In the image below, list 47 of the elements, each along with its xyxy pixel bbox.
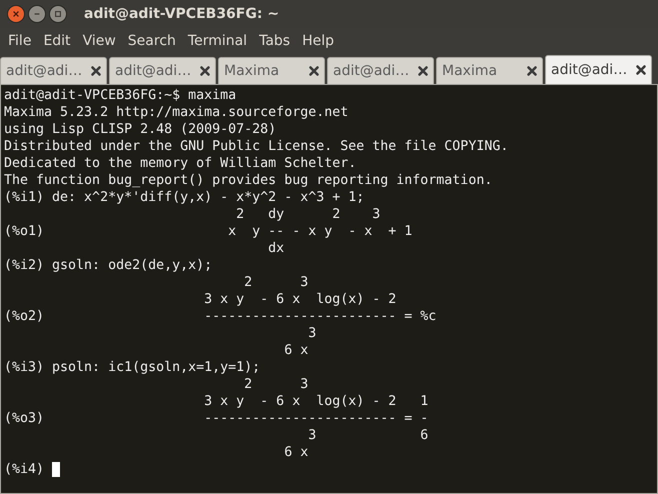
terminal-line: (%o1) x y -- - x y - x + 1 (4, 223, 412, 240)
close-icon[interactable] (308, 65, 320, 77)
terminal-line: using Lisp CLISP 2.48 (2009-07-28) (4, 121, 276, 138)
window-title: adit@adit-VPCEB36FG: ~ (84, 6, 280, 22)
terminal-line: 2 dy 2 3 (235, 206, 380, 223)
terminal-line: 3 6 (307, 427, 428, 444)
close-icon[interactable] (635, 64, 647, 76)
terminal-line: (%i1) de: x^2*y*'diff(y,x) - x*y^2 - x^3 + 1; (4, 189, 364, 206)
terminal-tab[interactable]: Maxima (436, 57, 543, 84)
menu-item[interactable]: Terminal (182, 31, 254, 51)
terminal-tab[interactable]: adit@adi… (545, 55, 652, 84)
terminal-line: 6 x (283, 342, 308, 359)
terminal-line: 2 3 (243, 376, 308, 393)
terminal-line: dx (267, 240, 284, 257)
terminal-tab[interactable]: adit@adi… (327, 57, 434, 84)
close-icon[interactable] (417, 65, 429, 77)
menu-item[interactable]: Search (122, 31, 182, 51)
terminal-line: 3 x y - 6 x log(x) - 2 1 (203, 393, 428, 410)
menu-item[interactable]: Edit (37, 31, 77, 51)
terminal-line: 6 x (283, 444, 308, 461)
menu-item[interactable]: Tabs (253, 31, 296, 51)
terminal-line: (%i4) (4, 461, 46, 478)
menu-item[interactable]: Help (296, 31, 340, 51)
terminal-line: Dedicated to the memory of William Schelter. (4, 155, 356, 172)
minimize-icon[interactable] (28, 5, 46, 23)
terminal-tab[interactable]: Maxima (218, 57, 325, 84)
terminal-line: (%o3) ------------------------ = - (4, 410, 428, 427)
terminal-line: (%i3) psoln: ic1(gsoln,x=1,y=1); (4, 359, 260, 376)
maximize-icon[interactable] (49, 5, 67, 23)
terminal-line: (%i2) gsoln: ode2(de,y,x); (4, 257, 212, 274)
close-icon[interactable] (199, 65, 211, 77)
terminal-line: 3 x y - 6 x log(x) - 2 (203, 291, 396, 308)
terminal-area[interactable] (0, 84, 658, 494)
close-icon[interactable] (526, 65, 538, 77)
terminal-line: The function bug_report() provides bug reporting information. (4, 172, 492, 189)
menu-item[interactable]: View (76, 31, 122, 51)
terminal-line: 2 3 (243, 274, 308, 291)
menu-item[interactable]: File (2, 31, 38, 51)
terminal-tab[interactable]: adit@adi… (0, 57, 107, 84)
terminal-line: 3 (307, 325, 316, 342)
terminal-line: Maxima 5.23.2 http://maxima.sourceforge.net (4, 104, 348, 121)
terminal-line: adit@adit-VPCEB36FG:~$ maxima (4, 87, 236, 104)
terminal-line: (%o2) ------------------------ = %c (4, 308, 436, 325)
terminal-tab[interactable]: adit@adi… (109, 57, 216, 84)
close-icon[interactable] (90, 65, 102, 77)
close-icon[interactable] (7, 5, 25, 23)
terminal-line: Distributed under the GNU Public License. See the file COPYING. (4, 138, 508, 155)
